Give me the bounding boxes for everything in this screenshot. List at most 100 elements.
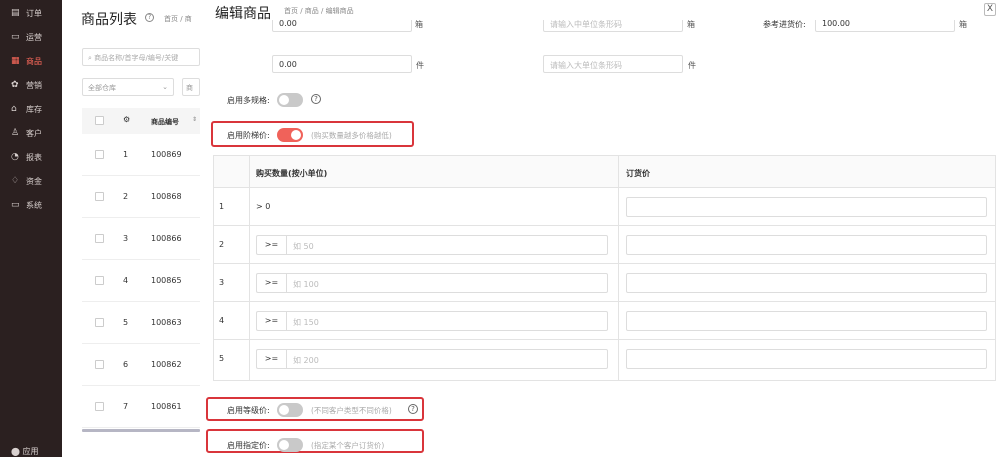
large-unit-label: 件	[416, 61, 424, 70]
product-list-page: 商品列表 ? 首页 / 商 ⌕ 商品名称/首字母/编号/关键 全部仓库 ⌄ 商 …	[62, 0, 200, 457]
search-input[interactable]: ⌕ 商品名称/首字母/编号/关键	[82, 48, 200, 66]
sidebar-item-label: 订单	[26, 8, 42, 18]
quantity-input[interactable]: 如 50	[286, 235, 608, 255]
large-unit-conversion-input[interactable]: 0.00	[272, 55, 412, 73]
sidebar-menu: ▤ 订单 ▭ 运营 ▦ 商品 ✿ 营销 ⌂ 库存 ♙ 客户 ◔ 报表 ♢ 资金 ▭ 系统	[0, 0, 62, 217]
mid-unit-conversion-input[interactable]: 0.00	[272, 20, 412, 32]
edit-product-modal: 编辑商品 首页 / 商品 / 编辑商品 X 0.00 箱 请输入中单位条形码 箱…	[200, 0, 1000, 457]
quantity-input[interactable]: 如 150	[286, 311, 608, 331]
quantity-input[interactable]: 如 100	[286, 273, 608, 293]
row-checkbox[interactable]	[95, 318, 104, 327]
row-code: 100861	[151, 402, 182, 411]
row-code: 100868	[151, 192, 182, 201]
quantity-input[interactable]: 如 200	[286, 349, 608, 369]
table-row: 2 >= 如 50	[214, 226, 995, 264]
row-index: 2	[219, 240, 225, 249]
table-row: 1 > 0	[214, 188, 995, 226]
horizontal-scrollbar[interactable]	[82, 429, 200, 432]
row-code: 100863	[151, 318, 182, 327]
row-qty-text: > 0	[256, 202, 271, 211]
divider	[249, 156, 250, 380]
large-barcode-input[interactable]: 请输入大单位条形码	[543, 55, 683, 73]
qty-column-header: 购买数量(按小单位)	[256, 169, 328, 178]
row-index: 3	[219, 278, 225, 287]
breadcrumb: 首页 / 商	[164, 15, 192, 23]
row-checkbox[interactable]	[95, 150, 104, 159]
table-row[interactable]: 6 100862	[82, 344, 200, 386]
row-index: 3	[123, 234, 129, 243]
table-row[interactable]: 1 100869	[82, 134, 200, 176]
report-icon: ◔	[11, 151, 19, 162]
level-price-help-icon[interactable]: ?	[408, 404, 418, 414]
level-price-hint: (不同客户类型不同价格)	[311, 406, 392, 415]
designated-price-hint: (指定某个客户订货价)	[311, 441, 385, 450]
row-code: 100869	[151, 150, 182, 159]
row-index: 5	[123, 318, 129, 327]
sidebar-item-marketing[interactable]: ✿ 营销	[0, 73, 62, 97]
designated-price-label: 启用指定价:	[227, 441, 270, 450]
tier-price-toggle[interactable]	[277, 128, 303, 142]
sidebar-item-goods[interactable]: ▦ 商品	[0, 49, 62, 73]
sidebar-item-label: 商品	[26, 56, 42, 66]
help-icon[interactable]: ?	[145, 13, 154, 22]
table-header: ⚙ 商品编号 ⇕	[82, 108, 200, 134]
sidebar-item-customer[interactable]: ♙ 客户	[0, 121, 62, 145]
multi-spec-toggle[interactable]	[277, 93, 303, 107]
settings-icon[interactable]: ⚙	[123, 115, 130, 124]
sidebar-item-ops[interactable]: ▭ 运营	[0, 25, 62, 49]
sidebar-bottom-label: 应用	[22, 447, 39, 456]
operator-label: >=	[256, 273, 286, 293]
sidebar-item-system[interactable]: ▭ 系统	[0, 193, 62, 217]
row-checkbox[interactable]	[95, 360, 104, 369]
table-row[interactable]: 5 100863	[82, 302, 200, 344]
level-price-toggle[interactable]	[277, 403, 303, 417]
warehouse-select[interactable]: 全部仓库 ⌄	[82, 78, 174, 96]
sort-icon[interactable]: ⇕	[192, 116, 197, 123]
table-row[interactable]: 2 100868	[82, 176, 200, 218]
sidebar-item-warehouse[interactable]: ⌂ 库存	[0, 97, 62, 121]
sidebar-item-order[interactable]: ▤ 订单	[0, 1, 62, 25]
order-price-input[interactable]	[626, 235, 987, 255]
sidebar-item-label: 客户	[26, 128, 42, 138]
customer-icon: ♙	[11, 127, 20, 138]
table-row[interactable]: 3 100866	[82, 218, 200, 260]
level-price-label: 启用等级价:	[227, 406, 270, 415]
row-checkbox[interactable]	[95, 192, 104, 201]
order-price-input[interactable]	[626, 197, 987, 217]
table-row[interactable]: 4 100865	[82, 260, 200, 302]
table-row: 4 >= 如 150	[214, 302, 995, 340]
designated-price-toggle[interactable]	[277, 438, 303, 452]
row-index: 1	[123, 150, 129, 159]
multi-spec-help-icon[interactable]: ?	[311, 94, 321, 104]
select-all-checkbox[interactable]	[95, 116, 104, 125]
row-index: 1	[219, 202, 225, 211]
row-index: 4	[219, 316, 225, 325]
sidebar: ▤ 订单 ▭ 运营 ▦ 商品 ✿ 营销 ⌂ 库存 ♙ 客户 ◔ 报表 ♢ 资金 ▭ 系统 ⬤ 应用	[0, 0, 62, 457]
row-checkbox[interactable]	[95, 276, 104, 285]
order-price-input[interactable]	[626, 311, 987, 331]
operator-label: >=	[256, 311, 286, 331]
col-code-header[interactable]: 商品编号	[151, 117, 179, 127]
tier-table-header: 购买数量(按小单位) 订货价	[214, 156, 995, 188]
mid-barcode-input[interactable]: 请输入中单位条形码	[543, 20, 683, 32]
sidebar-item-funds[interactable]: ♢ 资金	[0, 169, 62, 193]
modal-breadcrumb: 首页 / 商品 / 编辑商品	[284, 7, 354, 15]
funds-icon: ♢	[11, 175, 20, 186]
row-code: 100866	[151, 234, 182, 243]
row-checkbox[interactable]	[95, 234, 104, 243]
operator-label: >=	[256, 235, 286, 255]
row-index: 2	[123, 192, 129, 201]
sidebar-item-apps[interactable]: ⬤ 应用	[11, 446, 39, 457]
apps-icon: ⬤	[11, 447, 20, 456]
close-button[interactable]: X	[984, 3, 996, 16]
table-row[interactable]: 7 100861	[82, 386, 200, 428]
row-index: 6	[123, 360, 129, 369]
order-price-input[interactable]	[626, 349, 987, 369]
row-checkbox[interactable]	[95, 402, 104, 411]
reference-purchase-price-input[interactable]: 100.00	[815, 20, 955, 32]
order-price-input[interactable]	[626, 273, 987, 293]
sidebar-item-label: 营销	[26, 80, 42, 90]
filter-select[interactable]: 商	[182, 78, 200, 96]
sidebar-item-report[interactable]: ◔ 报表	[0, 145, 62, 169]
reference-price-unit: 箱	[959, 20, 967, 29]
